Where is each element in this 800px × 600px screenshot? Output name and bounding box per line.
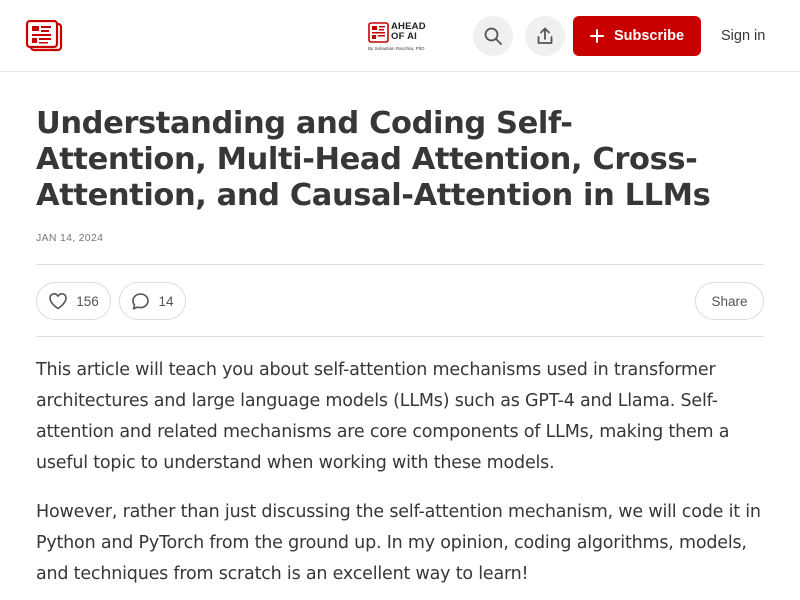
subscribe-label: Subscribe <box>613 28 685 44</box>
divider <box>36 264 764 265</box>
publication-name: AHEAD OF AI <box>391 21 426 42</box>
share-pill-button[interactable]: Share <box>695 282 764 320</box>
sign-in-link[interactable]: Sign in <box>721 28 765 44</box>
share-label: Share <box>711 293 748 309</box>
article-paragraph: However, rather than just discussing the… <box>36 502 761 584</box>
article-title: Understanding and Coding Self-Attention,… <box>36 106 711 213</box>
search-icon <box>484 27 502 45</box>
like-count: 156 <box>76 293 99 309</box>
comment-button[interactable]: 14 <box>119 282 186 320</box>
publication-brand[interactable]: AHEAD OF AI By Sebastian Raschka, PhD <box>368 22 434 52</box>
publication-byline: By Sebastian Raschka, PhD <box>368 46 425 51</box>
article-date: JAN 14, 2024 <box>36 232 104 244</box>
like-button[interactable]: 156 <box>36 282 111 320</box>
subscribe-button[interactable]: Subscribe <box>573 16 701 56</box>
divider <box>36 336 764 337</box>
search-button[interactable] <box>473 16 513 56</box>
heart-icon <box>49 293 68 310</box>
share-button[interactable] <box>525 16 565 56</box>
top-bar: AHEAD OF AI By Sebastian Raschka, PhD Su… <box>0 0 800 72</box>
publication-logo-icon[interactable] <box>25 20 63 52</box>
brand-mark-icon <box>368 22 389 43</box>
plus-icon <box>589 29 604 43</box>
share-icon <box>537 27 553 44</box>
comment-count: 14 <box>158 293 174 309</box>
article-paragraph: This article will teach you about self-a… <box>36 360 730 473</box>
comment-icon <box>132 292 150 310</box>
